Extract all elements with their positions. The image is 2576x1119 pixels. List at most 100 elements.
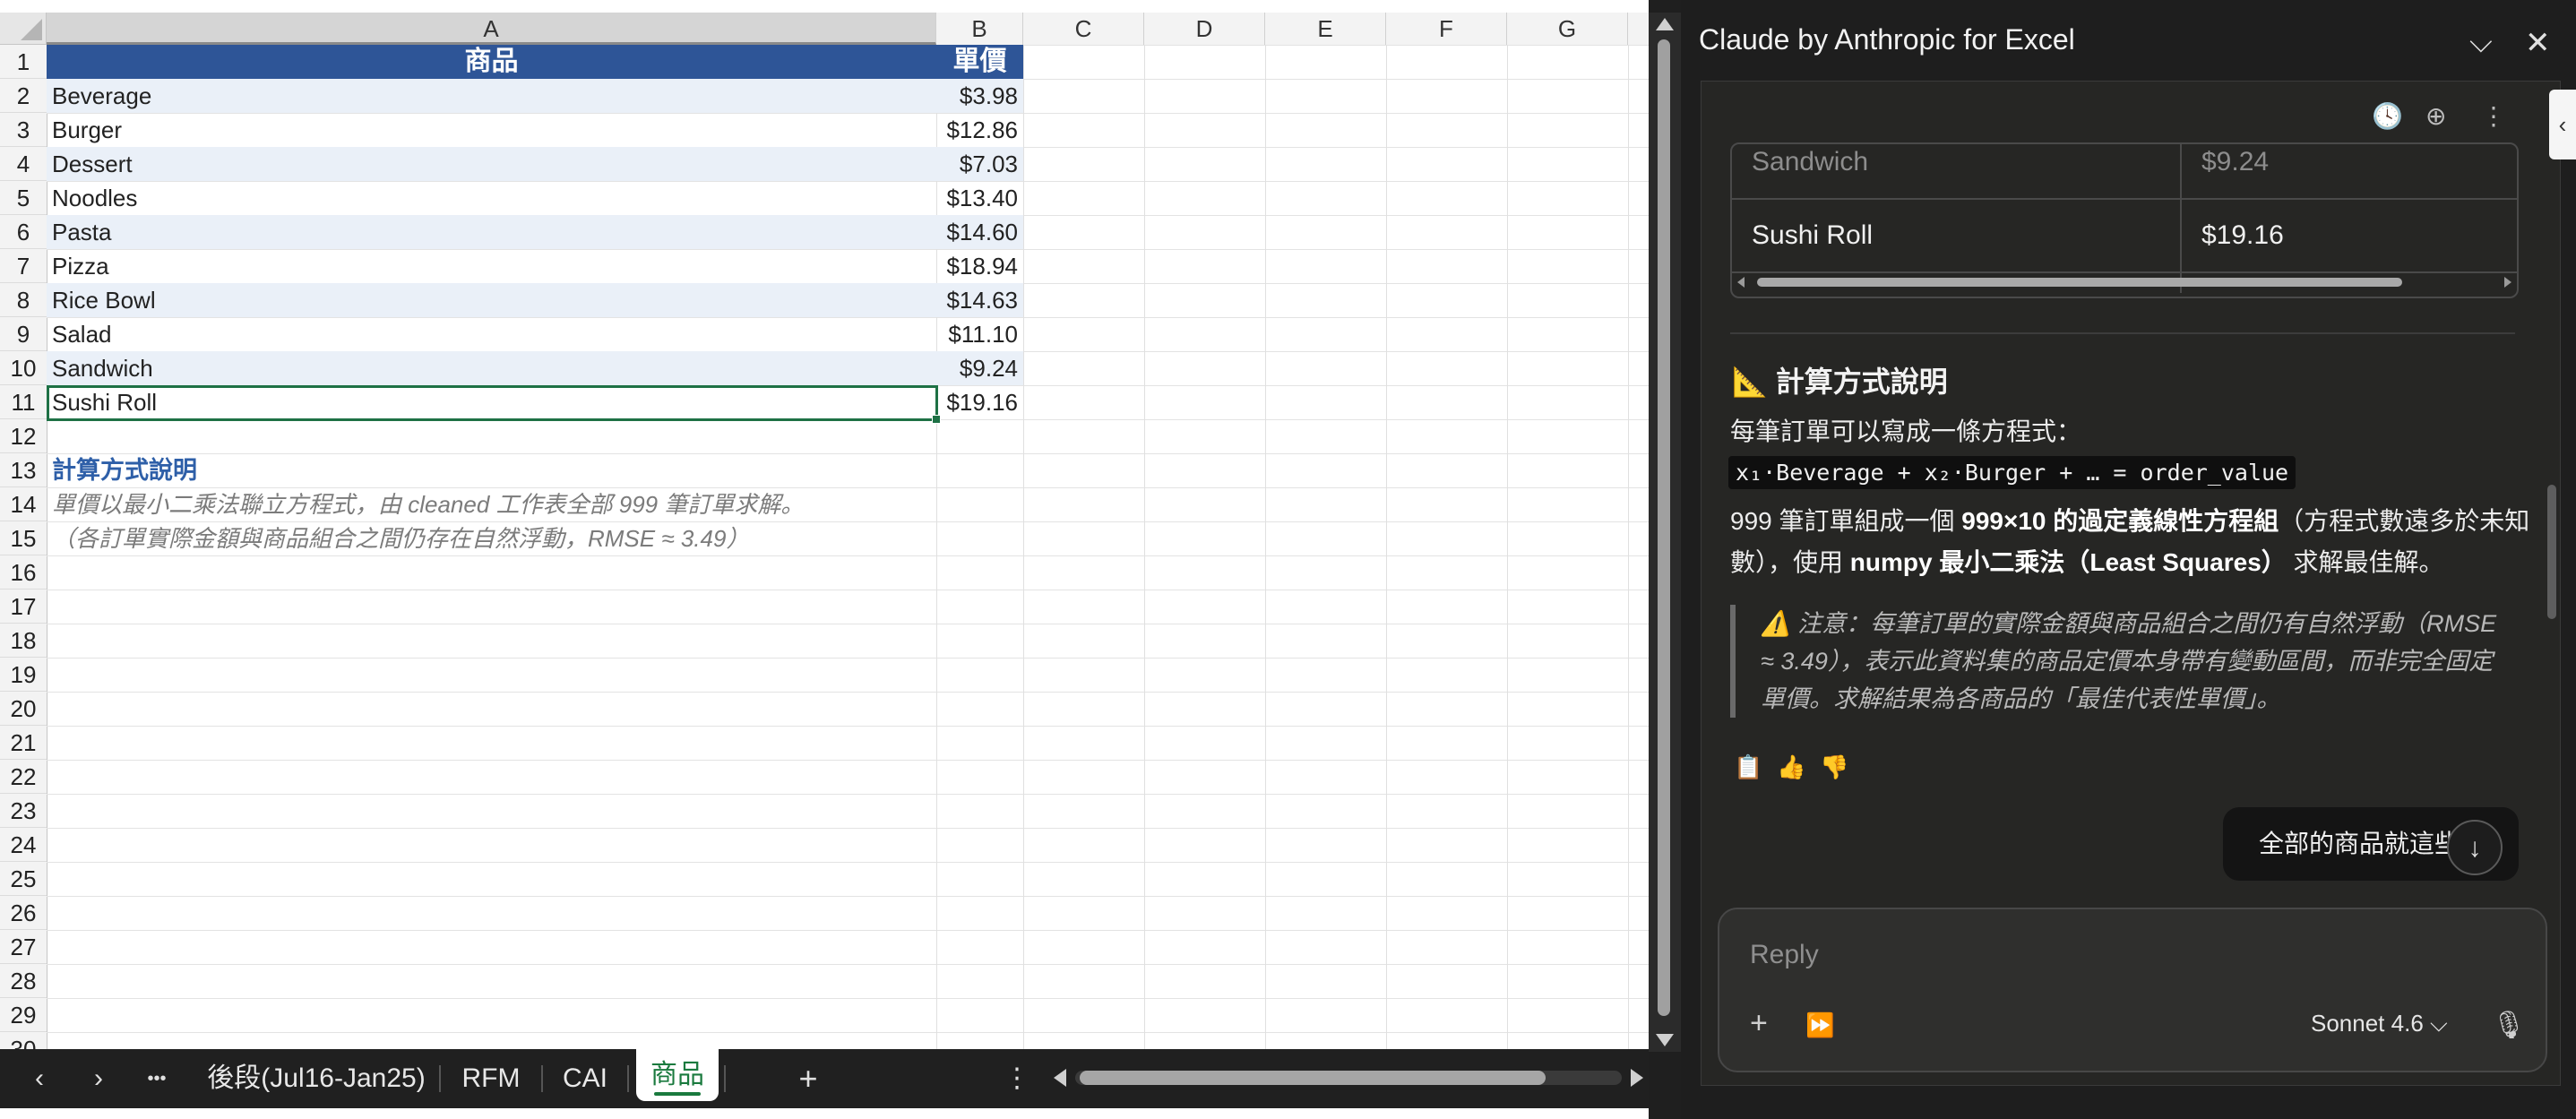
- row-header[interactable]: 12: [0, 419, 47, 453]
- column-header-a[interactable]: A: [47, 13, 936, 45]
- method-paragraph: 999 筆訂單組成一個 999×10 的過定義線性方程組（方程式數遠多於未知數）…: [1730, 501, 2537, 583]
- equation-intro: 每筆訂單可以寫成一條方程式：: [1730, 417, 2082, 445]
- product-name-cell[interactable]: Burger: [52, 113, 122, 147]
- thumbs-up-icon[interactable]: 👍: [1777, 753, 1805, 781]
- row-header[interactable]: 3: [0, 113, 47, 147]
- row-header[interactable]: 24: [0, 828, 47, 862]
- collapse-panel-icon[interactable]: ‹: [2549, 90, 2576, 159]
- row-header[interactable]: 13: [0, 453, 47, 487]
- unit-price-cell[interactable]: $13.40: [936, 181, 1023, 215]
- vertical-scrollbar[interactable]: [1649, 13, 1681, 1052]
- cell-grid[interactable]: 商品 單價 Beverage $3.98 Burger $12.86 Dessert $7…: [47, 45, 1649, 1049]
- row-header[interactable]: 23: [0, 794, 47, 828]
- result-table: Sandwich $9.24 Sushi Roll $19.16: [1730, 142, 2519, 298]
- column-header-f[interactable]: F: [1386, 13, 1507, 45]
- tab-商品[interactable]: 商品: [636, 1049, 719, 1101]
- history-icon[interactable]: 🕓: [2372, 101, 2403, 131]
- row-header[interactable]: 7: [0, 249, 47, 283]
- row-header[interactable]: 4: [0, 147, 47, 181]
- microphone-icon[interactable]: 🎙: [2492, 1010, 2526, 1041]
- reply-composer[interactable]: Reply + ⏩ Sonnet 4.6 ⌵ 🎙: [1718, 908, 2547, 1072]
- row-header[interactable]: 26: [0, 896, 47, 930]
- table-row: Sandwich $9.24: [1732, 144, 2517, 200]
- tab-rfm[interactable]: RFM: [448, 1049, 534, 1108]
- note-title-cell[interactable]: 計算方式說明: [52, 453, 197, 487]
- product-name-cell[interactable]: Dessert: [52, 147, 133, 181]
- row-header[interactable]: 22: [0, 760, 47, 794]
- column-header-e[interactable]: E: [1265, 13, 1386, 45]
- row-header[interactable]: 28: [0, 964, 47, 998]
- column-header-d[interactable]: D: [1144, 13, 1265, 45]
- note-line-1-cell[interactable]: 單價以最小二乘法聯立方程式，由 cleaned 工作表全部 999 筆訂單求解。: [52, 487, 804, 521]
- row-band: [47, 215, 1023, 249]
- row-header[interactable]: 15: [0, 521, 47, 555]
- product-name-cell[interactable]: Salad: [52, 317, 112, 351]
- row-header[interactable]: 19: [0, 658, 47, 692]
- row-header[interactable]: 17: [0, 590, 47, 624]
- more-options-icon[interactable]: ⋮: [2481, 101, 2506, 131]
- tab-cai[interactable]: CAI: [550, 1049, 620, 1108]
- unit-price-cell[interactable]: $9.24: [936, 351, 1023, 385]
- column-header-c[interactable]: C: [1023, 13, 1144, 45]
- row-header[interactable]: 1: [0, 45, 47, 79]
- column-header-g[interactable]: G: [1507, 13, 1628, 45]
- unit-price-cell[interactable]: $14.60: [936, 215, 1023, 249]
- table-row: Sushi Roll $19.16: [1732, 200, 2517, 273]
- reply-input[interactable]: Reply: [1750, 940, 1819, 970]
- row-header[interactable]: 16: [0, 555, 47, 590]
- model-selector[interactable]: Sonnet 4.6 ⌵: [2311, 1010, 2448, 1038]
- product-name-cell[interactable]: Noodles: [52, 181, 137, 215]
- unit-price-cell[interactable]: $19.16: [936, 385, 1023, 419]
- row-header[interactable]: 5: [0, 181, 47, 215]
- next-sheet-icon[interactable]: ›: [81, 1049, 116, 1108]
- note-line-2-cell[interactable]: （各訂單實際金額與商品組合之間仍存在自然浮動，RMSE ≈ 3.49）: [52, 521, 749, 555]
- thumbs-down-icon[interactable]: 👎: [1820, 753, 1848, 781]
- row-header[interactable]: 2: [0, 79, 47, 113]
- unit-price-cell[interactable]: $7.03: [936, 147, 1023, 181]
- more-sheets-icon[interactable]: •••: [139, 1049, 175, 1108]
- header-cell-price[interactable]: 單價: [936, 45, 1023, 79]
- add-attachment-icon[interactable]: +: [1750, 1006, 1768, 1041]
- unit-price-cell[interactable]: $18.94: [936, 249, 1023, 283]
- new-chat-icon[interactable]: ⊕: [2425, 101, 2446, 131]
- row-header[interactable]: 9: [0, 317, 47, 351]
- product-name-cell[interactable]: Beverage: [52, 79, 151, 113]
- column-header-b[interactable]: B: [936, 13, 1023, 45]
- row-header[interactable]: 14: [0, 487, 47, 521]
- unit-price-cell[interactable]: $3.98: [936, 79, 1023, 113]
- row-header[interactable]: 8: [0, 283, 47, 317]
- header-cell-product[interactable]: 商品: [47, 45, 936, 79]
- unit-price-cell[interactable]: $11.10: [936, 317, 1023, 351]
- row-band: [47, 351, 1023, 385]
- copy-icon[interactable]: 📋: [1734, 753, 1762, 781]
- chevron-down-icon[interactable]: ⌵: [2469, 25, 2493, 60]
- row-header[interactable]: 27: [0, 930, 47, 964]
- row-header[interactable]: 29: [0, 998, 47, 1032]
- row-header[interactable]: 21: [0, 726, 47, 760]
- row-header[interactable]: 10: [0, 351, 47, 385]
- table-scrollbar[interactable]: [1732, 270, 2517, 295]
- fast-forward-icon[interactable]: ⏩: [1805, 1011, 1834, 1039]
- product-name-cell[interactable]: Pasta: [52, 215, 112, 249]
- tab-後段[interactable]: 後段(Jul16-Jan25): [204, 1049, 428, 1108]
- active-cell-selection[interactable]: [47, 385, 941, 424]
- row-header[interactable]: 11: [0, 385, 47, 419]
- horizontal-scrollbar[interactable]: [1048, 1049, 1649, 1108]
- row-header[interactable]: 20: [0, 692, 47, 726]
- row-header[interactable]: 25: [0, 862, 47, 896]
- close-icon[interactable]: ✕: [2525, 25, 2551, 61]
- product-name-cell[interactable]: Pizza: [52, 249, 109, 283]
- chat-scrollbar[interactable]: [2547, 485, 2556, 619]
- product-name-cell[interactable]: Sandwich: [52, 351, 153, 385]
- scroll-to-bottom-icon[interactable]: ↓: [2447, 820, 2503, 875]
- row-header[interactable]: 18: [0, 624, 47, 658]
- tab-options-icon[interactable]: ⋮: [1004, 1049, 1030, 1108]
- unit-price-cell[interactable]: $12.86: [936, 113, 1023, 147]
- unit-price-cell[interactable]: $14.63: [936, 283, 1023, 317]
- chat-area[interactable]: 🕓 ⊕ ⋮ Sandwich $9.24 Sushi Roll $19.16 📐…: [1701, 81, 2561, 1086]
- prev-sheet-icon[interactable]: ‹: [22, 1049, 57, 1108]
- add-sheet-icon[interactable]: +: [788, 1049, 828, 1108]
- row-header[interactable]: 6: [0, 215, 47, 249]
- product-name-cell[interactable]: Rice Bowl: [52, 283, 156, 317]
- select-all-corner[interactable]: [0, 13, 47, 45]
